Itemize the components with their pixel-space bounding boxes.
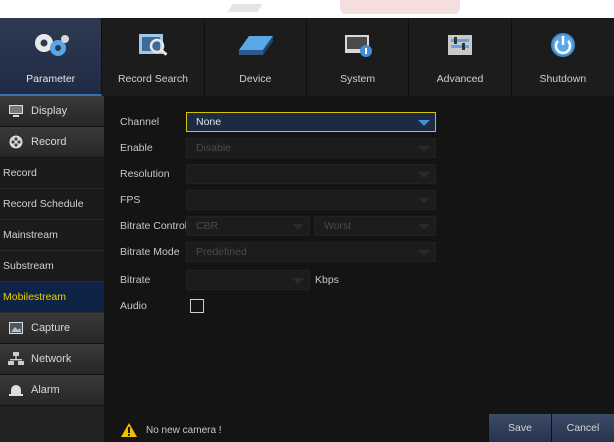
audio-label: Audio: [120, 300, 147, 312]
resolution-label: Resolution: [120, 168, 170, 180]
resolution-select[interactable]: [186, 164, 436, 184]
nav-advanced[interactable]: Advanced: [409, 18, 512, 96]
chevron-down-icon: [418, 198, 430, 204]
chevron-down-icon: [418, 120, 430, 126]
chevron-down-icon: [418, 146, 430, 152]
chevron-down-icon: [292, 224, 304, 230]
nav-shutdown[interactable]: Shutdown: [512, 18, 614, 96]
nav-label: Record Search: [117, 73, 189, 85]
quality-select[interactable]: Worst: [314, 216, 436, 236]
nav-label: Advanced: [436, 73, 484, 85]
sidebar-item-display[interactable]: Display: [0, 96, 104, 127]
sidebar-item-network[interactable]: Network: [0, 344, 104, 375]
gears-icon: [34, 34, 69, 56]
network-icon: [8, 352, 24, 365]
sidebar-item-record[interactable]: Record: [0, 127, 104, 158]
save-button[interactable]: Save: [488, 414, 551, 442]
nav-system[interactable]: System: [307, 18, 410, 96]
channel-label: Channel: [120, 116, 160, 128]
bitrate-control-value: CBR: [196, 220, 219, 232]
alarm-bell-icon: [9, 385, 23, 396]
bitrate-label: Bitrate: [120, 274, 151, 286]
monitor-icon: [9, 105, 23, 117]
watermark-shape: [340, 0, 460, 14]
nav-device[interactable]: Device: [205, 18, 307, 96]
sidebar-item-label: Alarm: [31, 384, 60, 396]
capture-icon: [9, 322, 23, 334]
enable-select[interactable]: Disable: [186, 138, 436, 158]
sidebar-item-label: Display: [31, 105, 68, 117]
nav-record-search[interactable]: Record Search: [102, 18, 205, 96]
bitrate-mode-label: Bitrate Mode: [120, 246, 180, 258]
sidebar-item-label: Capture: [31, 322, 71, 334]
enable-value: Disable: [196, 142, 232, 154]
quality-value: Worst: [324, 220, 352, 232]
sidebar-sub-substream[interactable]: Substream: [0, 251, 104, 282]
bitrate-control-select[interactable]: CBR: [186, 216, 310, 236]
audio-checkbox[interactable]: [190, 299, 204, 313]
bitrate-control-label: Bitrate Control: [120, 220, 188, 232]
sidebar-sub-record[interactable]: Record: [0, 158, 104, 189]
hard-drive-icon: [239, 36, 274, 55]
chevron-down-icon: [418, 172, 430, 178]
warning-icon: [121, 423, 137, 437]
sidebar-sub-mainstream[interactable]: Mainstream: [0, 220, 104, 251]
record-search-icon: [138, 34, 168, 56]
channel-value: None: [196, 116, 222, 128]
sidebar: Display Record Record Record Schedule Ma…: [0, 96, 104, 442]
bitrate-mode-select[interactable]: Predefined: [186, 242, 436, 262]
status-message: No new camera !: [146, 424, 222, 436]
bitrate-unit: Kbps: [315, 274, 339, 286]
nav-label: Device: [239, 73, 272, 85]
nav-label: Shutdown: [539, 73, 587, 85]
advanced-settings-icon: [447, 35, 472, 55]
chevron-down-icon: [418, 224, 430, 230]
main-nav: Parameter Record Search Device System Ad…: [0, 18, 614, 96]
sidebar-sub-record-schedule[interactable]: Record Schedule: [0, 189, 104, 220]
status-bar: No new camera !: [104, 418, 484, 442]
chevron-down-icon: [292, 278, 304, 284]
bitrate-mode-value: Predefined: [196, 246, 247, 258]
nav-parameter[interactable]: Parameter: [0, 18, 103, 96]
film-reel-icon: [9, 135, 23, 149]
top-strip: [0, 0, 614, 18]
sidebar-item-label: Network: [31, 353, 72, 365]
cancel-button[interactable]: Cancel: [551, 414, 614, 442]
fps-select[interactable]: [186, 190, 436, 210]
enable-label: Enable: [120, 142, 153, 154]
sidebar-item-label: Record: [31, 136, 67, 148]
bitrate-select[interactable]: [186, 270, 310, 290]
chevron-down-icon: [418, 250, 430, 256]
sidebar-sub-mobilestream[interactable]: Mobilestream: [0, 282, 104, 313]
fps-label: FPS: [120, 194, 141, 206]
system-info-icon: [344, 35, 372, 57]
nav-label: Parameter: [26, 73, 76, 85]
watermark-mark: [227, 4, 263, 12]
sidebar-item-alarm[interactable]: Alarm: [0, 375, 104, 406]
channel-select[interactable]: None: [186, 112, 436, 132]
power-icon: [550, 33, 575, 57]
sidebar-item-capture[interactable]: Capture: [0, 313, 104, 344]
settings-panel: Channel None Enable Disable Resolution F…: [104, 96, 614, 442]
nav-label: System: [340, 73, 376, 85]
